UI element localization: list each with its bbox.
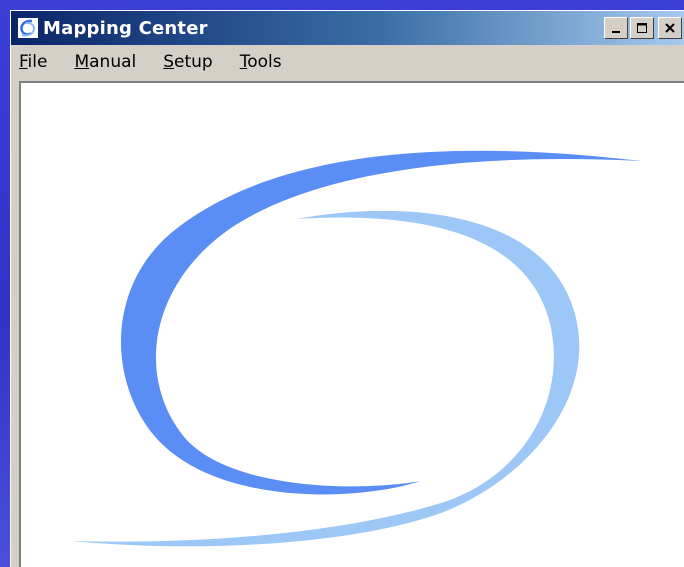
menu-file[interactable]: File	[19, 52, 47, 72]
menu-tools-label: ools	[247, 52, 282, 72]
menu-bar: File Manual Setup Tools	[11, 47, 684, 77]
swirl-logo	[71, 150, 641, 547]
menu-file-label: ile	[27, 52, 48, 72]
app-window: Mapping Center File Manual Setup Tools	[10, 10, 684, 567]
close-button[interactable]	[658, 17, 682, 39]
minimize-button[interactable]	[604, 17, 628, 39]
swirl-logo-icon[interactable]	[17, 17, 39, 39]
menu-manual-label: anual	[89, 52, 137, 72]
menu-manual[interactable]: Manual	[74, 52, 136, 72]
maximize-icon	[637, 23, 647, 33]
menu-setup-mnemonic: S	[163, 52, 175, 72]
menu-file-mnemonic: F	[19, 52, 28, 72]
title-bar[interactable]: Mapping Center	[11, 11, 684, 45]
menu-setup[interactable]: Setup	[163, 52, 213, 72]
window-controls	[604, 17, 682, 39]
menu-setup-label: etup	[174, 52, 213, 72]
minimize-icon	[612, 31, 620, 33]
close-icon	[665, 23, 675, 33]
menu-tools[interactable]: Tools	[240, 52, 282, 72]
maximize-button[interactable]	[630, 17, 654, 39]
window-title: Mapping Center	[43, 17, 208, 39]
menu-manual-mnemonic: M	[74, 52, 90, 72]
canvas-area	[19, 81, 684, 567]
